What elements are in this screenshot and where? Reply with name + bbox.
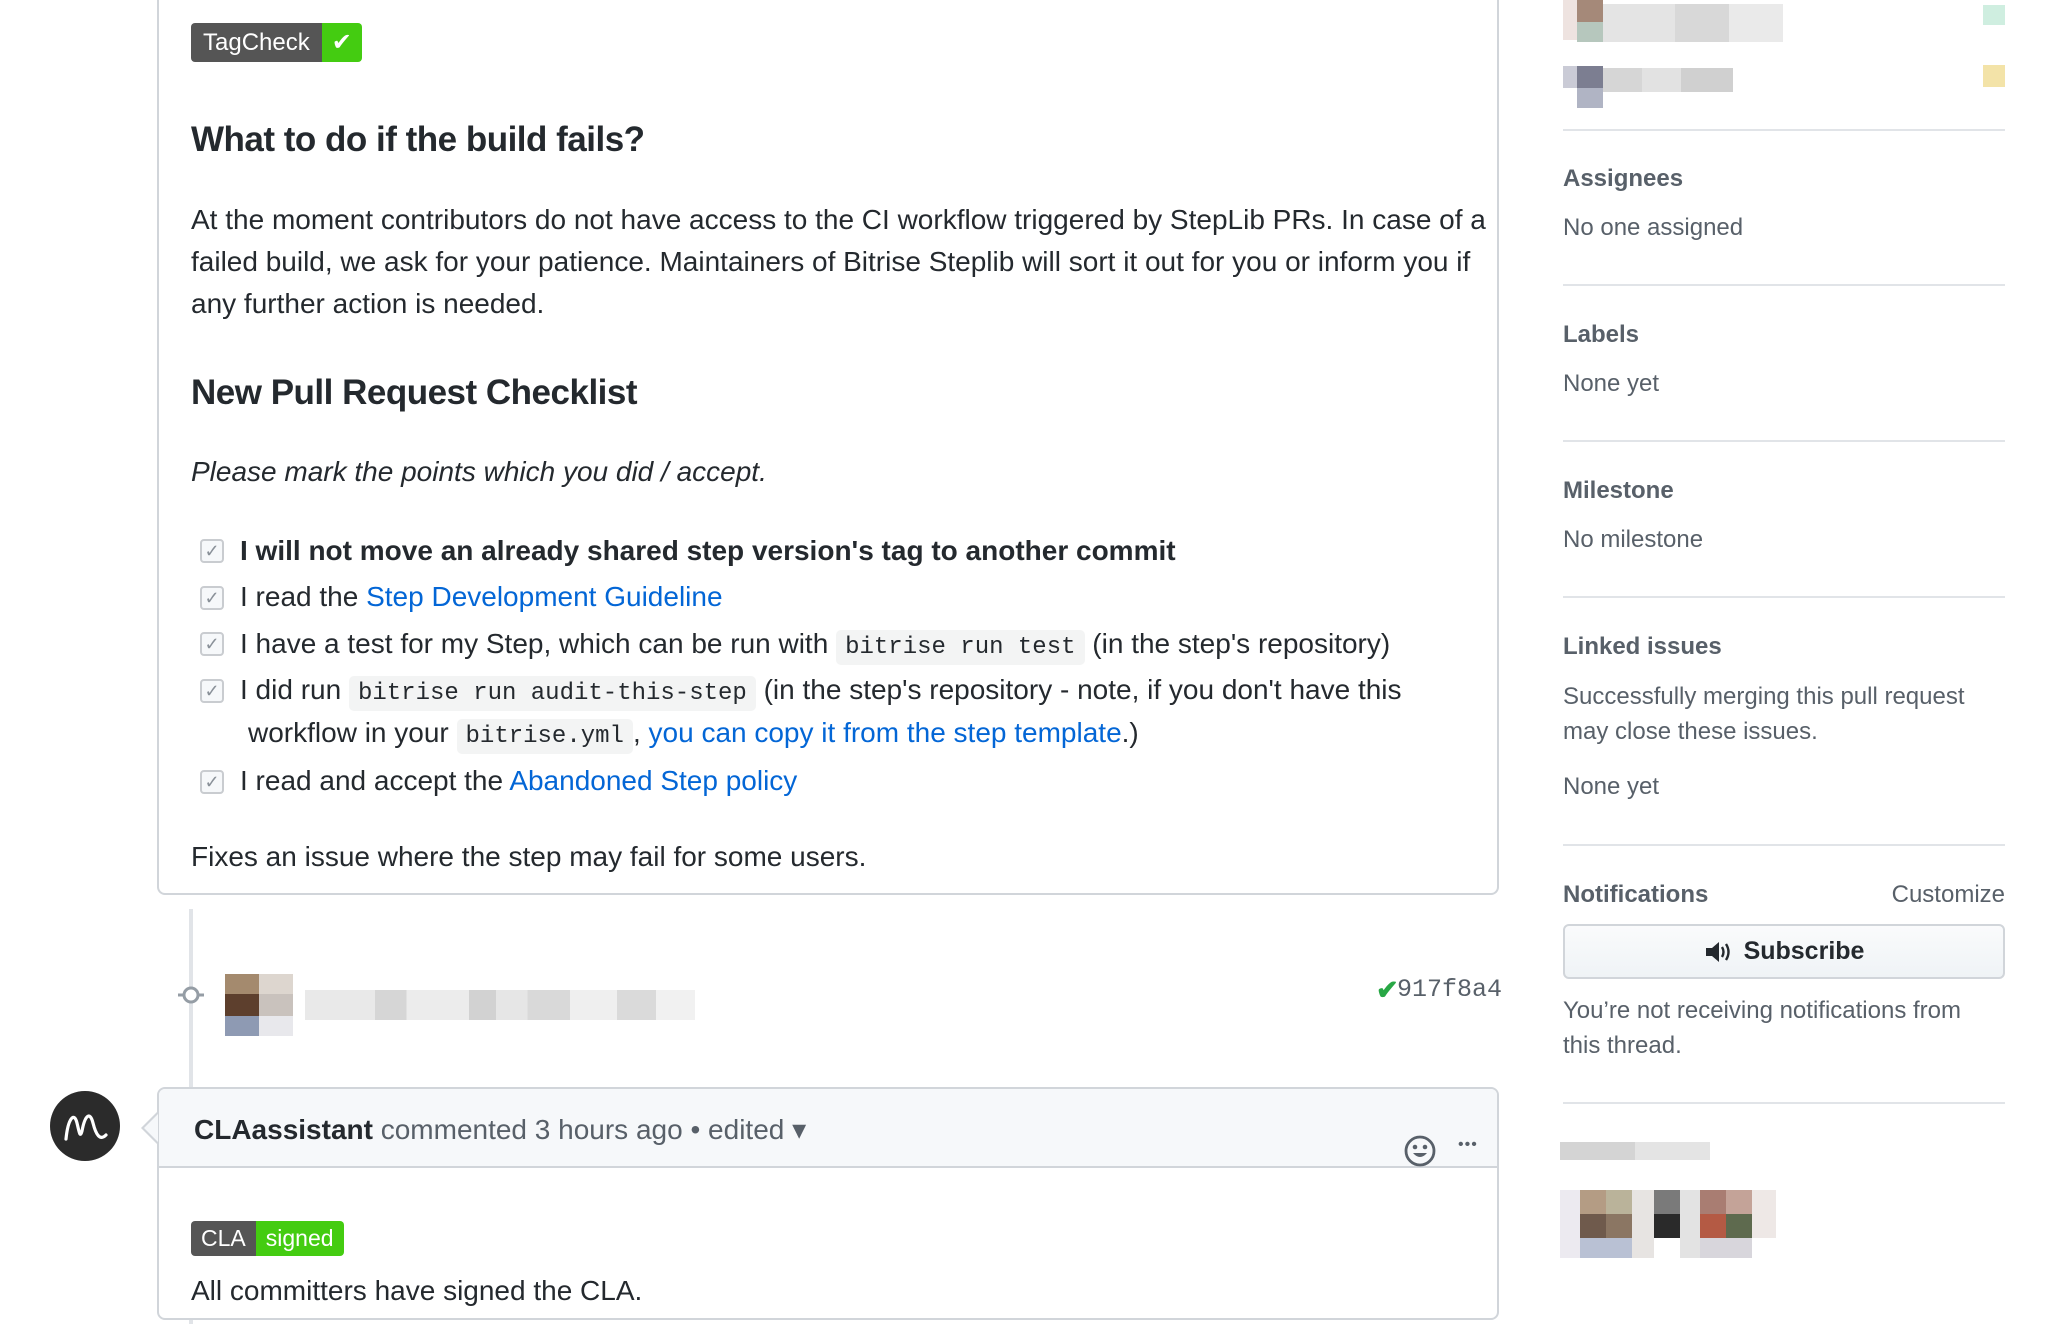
checklist-intro: Please mark the points which you did / a… (191, 456, 767, 487)
sidebar-divider (1563, 844, 2005, 846)
milestone-section: Milestone No milestone (1563, 477, 2005, 557)
cla-badge-status: signed (255, 1221, 344, 1256)
reviewer-status-icon-2 (1983, 65, 2005, 87)
subscribe-button-label: Subscribe (1743, 937, 1865, 965)
task-item-5: I read and accept the Abandoned Step pol… (240, 760, 797, 802)
assignees-value: No one assigned (1563, 214, 1744, 241)
task-item-4-text: I did run (240, 674, 349, 705)
git-commit-icon (178, 986, 204, 1004)
checklist-heading: New Pull Request Checklist (191, 373, 638, 412)
claassistant-logo-icon (64, 1114, 108, 1141)
linked-issues-heading[interactable]: Linked issues (1563, 633, 2005, 661)
comment-author-link[interactable]: CLAassistant (194, 1114, 373, 1145)
task-checkbox-1[interactable]: ✓ (200, 539, 224, 563)
linked-issues-section: Linked issues Successfully merging this … (1563, 633, 2005, 804)
task-checkbox-4[interactable]: ✓ (200, 679, 224, 703)
cla-comment-meta: CLAassistant commented 3 hours ago • edi… (194, 1113, 806, 1146)
task-item-3-text: I have a test for my Step, which can be … (240, 628, 837, 659)
assignees-section: Assignees No one assigned (1563, 165, 2005, 245)
cla-badge-label: CLA (191, 1221, 256, 1256)
tagcheck-badge-status: ✔ (321, 23, 362, 62)
commit-message-redacted[interactable] (305, 990, 695, 1020)
reviewer-status-icon (1983, 5, 2005, 25)
sidebar-divider (1563, 129, 2005, 131)
audit-this-step-code: bitrise run audit-this-step (348, 676, 756, 711)
task-item-4-suffix: (in the step's repository - note, if you… (755, 674, 1402, 705)
commit-sha-link[interactable]: 917f8a4 (1397, 975, 1502, 1004)
comment-timestamp[interactable]: commented 3 hours ago (373, 1114, 683, 1145)
assignees-heading[interactable]: Assignees (1563, 165, 2005, 193)
check-icon[interactable]: ✔ (1376, 975, 1399, 1006)
task-item-4-line2: workflow in your bitrise.yml, you can co… (248, 712, 1139, 758)
sidebar-divider (1563, 596, 2005, 598)
milestone-value: No milestone (1563, 526, 1704, 553)
notifications-heading: Notifications (1563, 881, 1709, 908)
task-item-2-text: I read the (240, 581, 367, 612)
bitrise-run-test-code: bitrise run test (836, 630, 1085, 665)
edited-dropdown[interactable]: • edited (683, 1114, 784, 1145)
task-item-4-comma: , (632, 717, 649, 748)
kebab-menu-icon[interactable]: ••• (1458, 1136, 1478, 1154)
fixes-text: Fixes an issue where the step may fail f… (191, 841, 867, 872)
timeline-line-bottom (189, 1320, 193, 1324)
task-item-1: I will not move an already shared step v… (240, 535, 1176, 566)
milestone-heading[interactable]: Milestone (1563, 477, 2005, 505)
notifications-note: You’re not receiving notifications from … (1563, 997, 1961, 1059)
labels-value: None yet (1563, 370, 1660, 397)
task-item-5-text: I read and accept the (240, 765, 510, 796)
task-checkbox-3[interactable]: ✓ (200, 632, 224, 656)
abandoned-step-policy-link[interactable]: Abandoned Step policy (509, 765, 797, 796)
customize-link[interactable]: Customize (1892, 877, 2005, 912)
task-item-4-close: .) (1121, 717, 1139, 748)
cla-comment-body: All committers have signed the CLA. (191, 1275, 643, 1306)
comment-arrow-fill (144, 1114, 158, 1142)
bitrise-yml-code: bitrise.yml (456, 719, 633, 754)
linked-issues-description: Successfully merging this pull request m… (1563, 683, 1965, 745)
subscribe-button[interactable]: Subscribe (1563, 924, 2005, 979)
chevron-down-icon[interactable]: ▾ (792, 1114, 806, 1145)
tagcheck-badge-label: TagCheck (191, 23, 322, 62)
task-item-3-suffix: (in the step's repository) (1084, 628, 1391, 659)
commit-author-avatar[interactable] (225, 974, 293, 1036)
speaker-icon (1705, 941, 1730, 962)
step-template-link[interactable]: you can copy it from the step template (649, 717, 1122, 748)
cla-signed-badge[interactable]: CLA signed (191, 1221, 344, 1256)
tagcheck-badge: TagCheck ✔ (191, 23, 362, 62)
reviewers-redacted[interactable] (1563, 0, 1813, 110)
labels-heading[interactable]: Labels (1563, 321, 2005, 349)
sidebar-divider (1563, 1102, 2005, 1104)
sidebar-divider (1563, 440, 2005, 442)
participants-redacted[interactable] (1550, 1130, 1790, 1270)
task-item-2: I read the Step Development Guideline (240, 576, 723, 618)
notifications-section: Notifications Customize (1563, 881, 2005, 909)
claassistant-avatar[interactable] (50, 1091, 120, 1161)
linked-issues-value: None yet (1563, 773, 1660, 800)
task-checkbox-5[interactable]: ✓ (200, 770, 224, 794)
task-checkbox-2[interactable]: ✓ (200, 586, 224, 610)
task-item-4-line2-text: workflow in your (248, 717, 457, 748)
task-item-4: I did run bitrise run audit-this-step (i… (240, 669, 1402, 715)
build-fails-text: At the moment contributors do not have a… (191, 204, 1486, 319)
labels-section: Labels None yet (1563, 321, 2005, 401)
sidebar-divider (1563, 284, 2005, 286)
smiley-reaction-icon[interactable] (1403, 1134, 1437, 1168)
task-item-3: I have a test for my Step, which can be … (240, 623, 1390, 669)
step-development-guideline-link[interactable]: Step Development Guideline (366, 581, 722, 612)
build-fails-heading: What to do if the build fails? (191, 120, 645, 159)
